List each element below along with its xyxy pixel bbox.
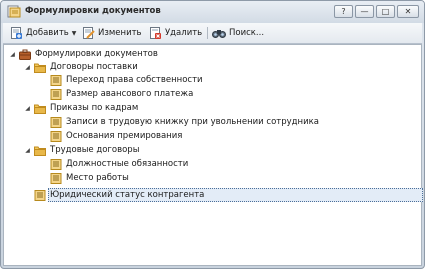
tree-item-label: Основания премирования (66, 131, 183, 141)
folder-icon (34, 146, 46, 156)
search-button-label: Поиск... (229, 28, 265, 38)
add-button[interactable]: Добавить ▼ (11, 26, 76, 40)
tree-item-label: Переход права собственности (66, 75, 203, 85)
delete-button[interactable]: Удалить (150, 26, 202, 40)
document-list-icon (7, 5, 21, 18)
edit-document-icon (83, 27, 95, 39)
window-title: Формулировки документов (25, 6, 161, 16)
tree-item[interactable]: Размер авансового платежа (50, 88, 193, 101)
binoculars-icon (212, 30, 226, 38)
collapse-triangle-icon[interactable]: ◢ (23, 63, 32, 72)
delete-document-icon (150, 27, 161, 39)
window-controls: ? — □ ✕ (332, 5, 419, 18)
document-icon (50, 131, 62, 142)
help-button[interactable]: ? (334, 5, 353, 18)
title-bar: Формулировки документов ? — □ ✕ (1, 1, 424, 23)
tree-item[interactable]: Записи в трудовую книжку при увольнении … (50, 116, 319, 129)
tree-item-selected[interactable]: Юридический статус контрагента (34, 189, 204, 202)
tree-folder-hr-orders[interactable]: Приказы по кадрам (34, 102, 138, 115)
delete-button-label: Удалить (165, 28, 203, 38)
app-window: Формулировки документов ? — □ ✕ Добавить… (0, 0, 425, 269)
tree-item-label: Записи в трудовую книжку при увольнении … (66, 117, 319, 127)
document-icon (50, 75, 62, 86)
tree-item-label: Место работы (66, 173, 129, 183)
search-button[interactable]: Поиск... (212, 26, 264, 40)
tree-folder-supply-contracts[interactable]: Договоры поставки (34, 61, 138, 74)
document-icon (50, 117, 62, 128)
tree-folder-employment-contracts[interactable]: Трудовые договоры (34, 144, 139, 157)
document-icon (50, 89, 62, 100)
edit-button[interactable]: Изменить (83, 26, 142, 40)
document-icon (50, 159, 62, 170)
close-button[interactable]: ✕ (397, 5, 419, 18)
document-icon (34, 190, 46, 201)
edit-button-label: Изменить (98, 28, 142, 38)
tree-item[interactable]: Основания премирования (50, 130, 182, 143)
tree-item[interactable]: Место работы (50, 172, 129, 185)
tree-view[interactable]: ◢ Формулировки документов ◢ Договоры пос… (3, 44, 423, 266)
tree-item[interactable]: Переход права собственности (50, 74, 203, 87)
collapse-triangle-icon[interactable]: ◢ (23, 104, 32, 113)
tree-folder-label: Договоры поставки (50, 62, 138, 72)
folder-icon (34, 63, 46, 73)
toolbar: Добавить ▼ Изменить Удалить Поиск... (3, 23, 422, 44)
collapse-triangle-icon[interactable]: ◢ (23, 146, 32, 155)
tree-folder-label: Трудовые договоры (50, 145, 140, 155)
collapse-triangle-icon[interactable]: ◢ (8, 50, 17, 59)
toolbar-separator (207, 27, 208, 39)
tree-root-label: Формулировки документов (35, 49, 158, 59)
tree-folder-label: Приказы по кадрам (50, 103, 139, 113)
maximize-button[interactable]: □ (376, 5, 395, 18)
tree-item-label: Размер авансового платежа (66, 89, 194, 99)
tree-item-label: Должностные обязанности (66, 159, 189, 169)
tree-root[interactable]: Формулировки документов (19, 48, 158, 61)
add-document-icon (11, 27, 22, 39)
tree-item-label: Юридический статус контрагента (50, 190, 205, 200)
tree-item[interactable]: Должностные обязанности (50, 158, 188, 171)
briefcase-icon (19, 49, 31, 60)
minimize-button[interactable]: — (355, 5, 374, 18)
dropdown-arrow-icon: ▼ (71, 29, 77, 37)
add-button-label: Добавить (26, 28, 69, 38)
document-icon (50, 173, 62, 184)
folder-icon (34, 104, 46, 114)
